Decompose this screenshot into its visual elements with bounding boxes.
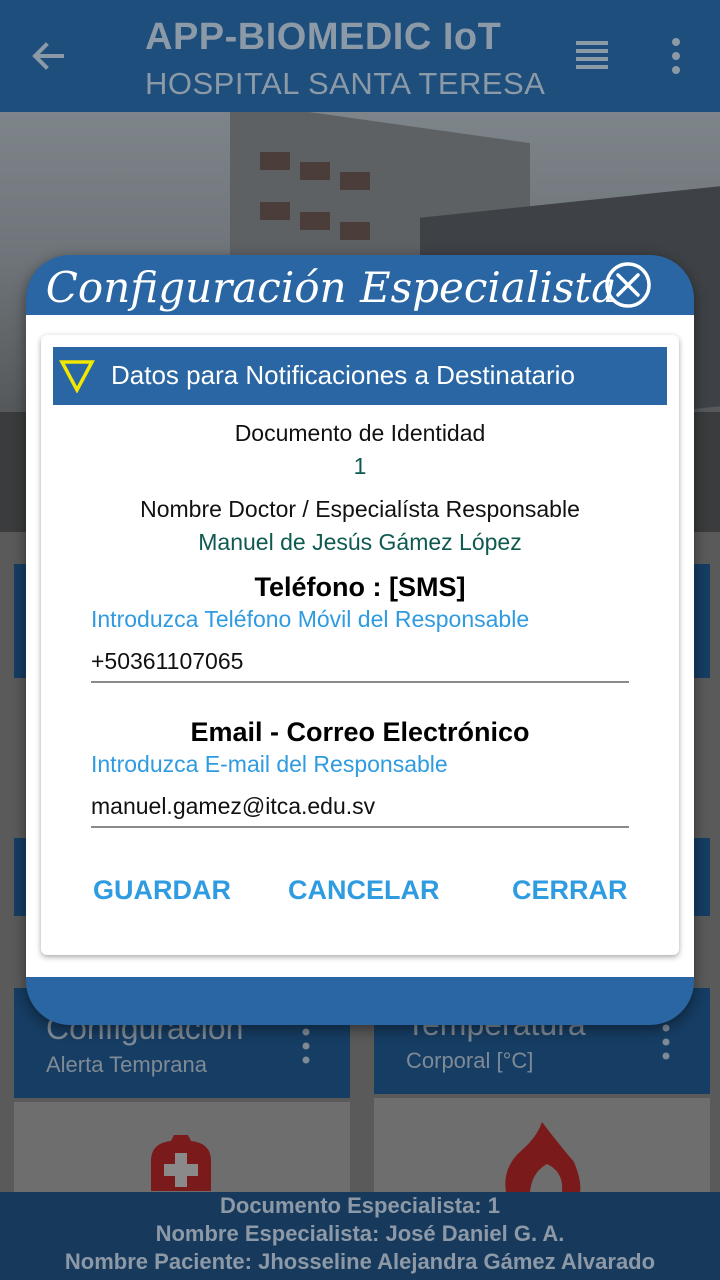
more-vert-icon[interactable] xyxy=(660,1024,672,1060)
cancel-button[interactable]: CANCELAR xyxy=(288,875,440,906)
email-input[interactable] xyxy=(91,786,629,828)
phone-hint: Introduzca Teléfono Móvil del Responsabl… xyxy=(91,606,530,632)
document-label: Documento de Identidad xyxy=(234,420,486,446)
flame-icon[interactable] xyxy=(502,1122,582,1192)
config-card-subtitle: Alerta Temprana xyxy=(46,1052,208,1077)
phone-input[interactable] xyxy=(91,641,629,683)
footer-patient-name: Nombre Paciente: Jhosseline Alejandra Gá… xyxy=(64,1249,656,1274)
dialog-body: Datos para Notificaciones a Destinatario… xyxy=(26,315,694,977)
list-icon[interactable] xyxy=(574,38,610,74)
footer-specialist-name: Nombre Especialista: José Daniel G. A. xyxy=(155,1221,565,1246)
footer-info: Documento Especialista: 1 Nombre Especia… xyxy=(0,1192,720,1280)
close-circle-icon[interactable] xyxy=(604,261,652,309)
email-hint: Introduzca E-mail del Responsable xyxy=(91,751,448,777)
section-header[interactable]: Datos para Notificaciones a Destinatario xyxy=(53,347,667,405)
doctor-name-value: Manuel de Jesús Gámez López xyxy=(198,529,522,555)
section-title: Datos para Notificaciones a Destinatario xyxy=(111,360,575,390)
dialog-title: Configuración Especialista xyxy=(45,263,617,312)
app-subtitle: HOSPITAL SANTA TERESA xyxy=(145,66,546,101)
arrow-back-icon[interactable] xyxy=(28,36,68,76)
notification-form: Datos para Notificaciones a Destinatario… xyxy=(41,335,679,955)
email-heading: Email - Correo Electrónico xyxy=(190,717,530,747)
warning-triangle-icon xyxy=(59,360,95,393)
close-button[interactable]: CERRAR xyxy=(512,875,628,906)
specialist-config-dialog: Configuración Especialista Datos para No… xyxy=(26,255,694,1025)
save-button[interactable]: GUARDAR xyxy=(93,875,231,906)
app-bar: APP-BIOMEDIC IoT HOSPITAL SANTA TERESA xyxy=(0,0,720,112)
more-vert-icon[interactable] xyxy=(664,36,688,76)
temperature-card-subtitle: Corporal [°C] xyxy=(406,1048,534,1073)
document-value: 1 xyxy=(353,453,367,479)
phone-heading: Teléfono : [SMS] xyxy=(254,572,466,602)
app-title: APP-BIOMEDIC IoT xyxy=(145,16,502,58)
footer-specialist-doc: Documento Especialista: 1 xyxy=(220,1193,500,1218)
medical-kit-icon[interactable] xyxy=(146,1130,216,1192)
more-vert-icon[interactable] xyxy=(300,1028,312,1064)
doctor-name-label: Nombre Doctor / Especialísta Responsable xyxy=(140,496,580,522)
